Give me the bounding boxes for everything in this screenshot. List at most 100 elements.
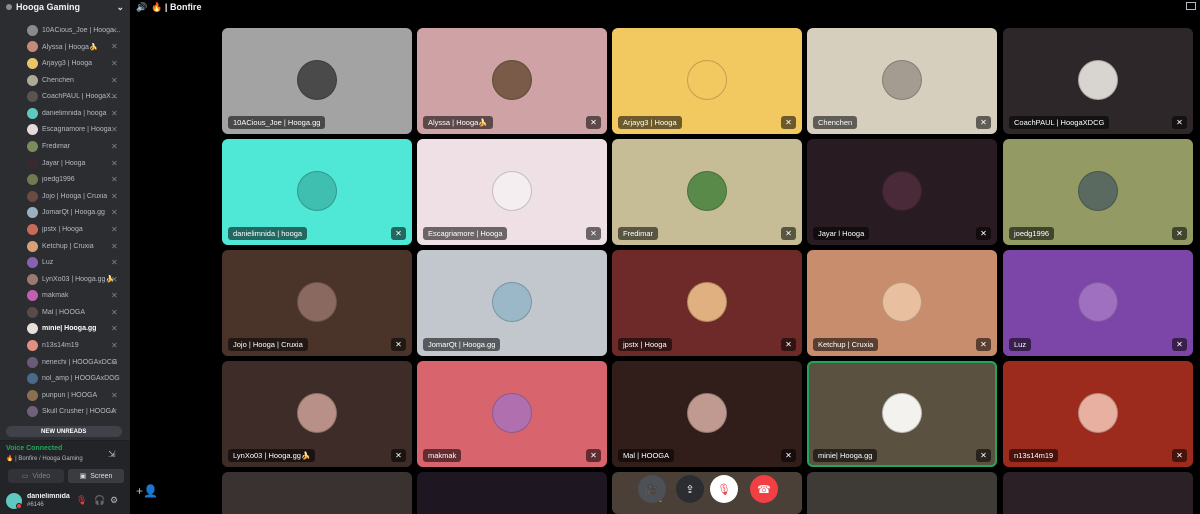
channel-sidebar: Hooga Gaming ⌄ 10ACious_Joe | Hooga.gg ✕ A… bbox=[0, 0, 130, 514]
member-name: punpun | HOOGA bbox=[42, 391, 98, 399]
video-button-label: Video bbox=[32, 472, 51, 480]
guild-name: Hooga Gaming bbox=[16, 2, 81, 12]
avatar bbox=[687, 171, 727, 211]
member-name: nenechi | HOOGAxDCG bbox=[42, 358, 118, 366]
list-item[interactable]: danielimnida | hooga ✕ bbox=[0, 105, 130, 122]
participant-name: Jayar l Hooga bbox=[813, 227, 870, 240]
headphones-icon[interactable]: 🎧 bbox=[94, 495, 105, 506]
avatar bbox=[27, 74, 38, 86]
video-tile[interactable] bbox=[417, 472, 607, 514]
list-item[interactable]: n13s14m19 ✕ bbox=[0, 337, 130, 354]
list-item[interactable]: nenechi | HOOGAxDCG ✕ bbox=[0, 354, 130, 371]
member-name: 10ACious_Joe | Hooga.gg bbox=[42, 26, 122, 34]
video-tile[interactable]: minie| Hooga.gg ✕ bbox=[807, 361, 997, 467]
list-item[interactable]: makmak ✕ bbox=[0, 288, 130, 305]
avatar bbox=[27, 124, 38, 136]
avatar bbox=[27, 107, 38, 119]
leave-call-button[interactable]: ☎ bbox=[750, 475, 778, 503]
mic-muted-icon: ✕ bbox=[111, 224, 118, 234]
mic-muted-icon: ✕ bbox=[111, 341, 118, 351]
mic-muted-icon: ✕ bbox=[111, 291, 118, 301]
mic-muted-icon: ✕ bbox=[976, 338, 991, 351]
video-tile[interactable] bbox=[807, 472, 997, 514]
video-tile[interactable]: makmak ✕ bbox=[417, 361, 607, 467]
video-tile[interactable]: Luz ✕ bbox=[1003, 250, 1193, 356]
list-item[interactable]: Escagriamore | Hooga ✕ bbox=[0, 122, 130, 139]
video-tile[interactable]: Escagriamore | Hooga ✕ bbox=[417, 139, 607, 245]
mic-muted-icon: ✕ bbox=[781, 338, 796, 351]
disconnect-icon[interactable]: ⇲ bbox=[108, 449, 116, 460]
screen-share-call-button[interactable]: ⇪ bbox=[676, 475, 704, 503]
video-tile[interactable]: Fredimar ✕ bbox=[612, 139, 802, 245]
member-name: Arjayg3 | Hooga bbox=[42, 59, 93, 67]
mic-muted-icon: ✕ bbox=[391, 338, 406, 351]
chevron-down-icon[interactable]: ⌄ bbox=[116, 2, 124, 13]
avatar bbox=[1078, 171, 1118, 211]
avatar bbox=[27, 41, 38, 53]
video-tile[interactable]: Alyssa | Hooga🍌 ✕ bbox=[417, 28, 607, 134]
video-tile[interactable]: LynXo03 | Hooga.gg🍌 ✕ bbox=[222, 361, 412, 467]
list-item[interactable]: JomarQt | Hooga.gg ✕ bbox=[0, 205, 130, 222]
mic-muted-icon: ✕ bbox=[111, 141, 118, 151]
gear-icon[interactable]: ⚙ bbox=[110, 495, 118, 506]
mic-muted-icon: ✕ bbox=[391, 227, 406, 240]
camera-options-chevron-icon[interactable]: ⌄ bbox=[658, 497, 663, 504]
guild-icon bbox=[6, 4, 12, 10]
video-button[interactable]: ▭ Video bbox=[8, 469, 64, 483]
voice-status[interactable]: Voice Connected bbox=[6, 445, 62, 452]
participant-name: Arjayg3 | Hooga bbox=[618, 116, 682, 129]
list-item[interactable]: Chenchen ✕ bbox=[0, 72, 130, 89]
video-tile[interactable]: Ketchup | Cruxia ✕ bbox=[807, 250, 997, 356]
voice-channel-path[interactable]: 🔥 | Bonfire / Hooga Gaming bbox=[6, 455, 83, 462]
video-tile[interactable]: Jojo | Hooga | Cruxia ✕ bbox=[222, 250, 412, 356]
unmute-button[interactable]: 🎙 bbox=[710, 475, 738, 503]
video-tile[interactable] bbox=[1003, 472, 1193, 514]
video-tile[interactable]: Jayar l Hooga ✕ bbox=[807, 139, 997, 245]
add-person-icon[interactable]: +👤 bbox=[136, 484, 158, 498]
list-item[interactable]: CoachPAUL | HoogaXDCG ✕ bbox=[0, 88, 130, 105]
new-unreads-pill[interactable]: NEW UNREADS bbox=[6, 426, 122, 437]
list-item[interactable]: Mal | HOOGA ✕ bbox=[0, 304, 130, 321]
list-item[interactable]: minie| Hooga.gg ✕ bbox=[0, 321, 130, 338]
list-item[interactable]: Ketchup | Cruxia ✕ bbox=[0, 238, 130, 255]
list-item[interactable]: Alyssa | Hooga🍌 ✕ bbox=[0, 39, 130, 56]
video-tile[interactable]: n13s14m19 ✕ bbox=[1003, 361, 1193, 467]
video-tile[interactable]: jpstx | Hooga ✕ bbox=[612, 250, 802, 356]
video-tile[interactable]: 10ACious_Joe | Hooga.gg bbox=[222, 28, 412, 134]
list-item[interactable]: joedg1996 ✕ bbox=[0, 171, 130, 188]
guild-header[interactable]: Hooga Gaming ⌄ bbox=[0, 0, 130, 14]
list-item[interactable]: Jojo | Hooga | Cruxia ✕ bbox=[0, 188, 130, 205]
video-tile[interactable]: Chenchen ✕ bbox=[807, 28, 997, 134]
participant-name: makmak bbox=[423, 449, 462, 462]
mic-muted-icon: ✕ bbox=[111, 208, 118, 218]
participant-name: 10ACious_Joe | Hooga.gg bbox=[228, 116, 326, 129]
video-tile[interactable]: danielimnida | hooga ✕ bbox=[222, 139, 412, 245]
list-item[interactable]: Arjayg3 | Hooga ✕ bbox=[0, 55, 130, 72]
list-item[interactable]: Skull Crusher | HOOGA ✕ bbox=[0, 404, 130, 421]
list-item[interactable]: punpun | HOOGA ✕ bbox=[0, 387, 130, 404]
member-name: jpstx | Hooga bbox=[42, 225, 83, 233]
screen-share-button[interactable]: ▣ Screen bbox=[68, 469, 124, 483]
mic-muted-icon: ✕ bbox=[781, 116, 796, 129]
popout-icon[interactable] bbox=[1186, 2, 1196, 10]
mic-muted-icon: ✕ bbox=[586, 227, 601, 240]
list-item[interactable]: 10ACious_Joe | Hooga.gg ✕ bbox=[0, 22, 130, 39]
user-name[interactable]: danielimnida bbox=[27, 493, 71, 500]
mic-muted-icon[interactable]: 🎙 bbox=[76, 495, 87, 506]
video-tile[interactable] bbox=[222, 472, 412, 514]
video-tile[interactable]: JomarQt | Hooga.gg bbox=[417, 250, 607, 356]
list-item[interactable]: Fredimar ✕ bbox=[0, 138, 130, 155]
video-tile[interactable]: Arjayg3 | Hooga ✕ bbox=[612, 28, 802, 134]
avatar bbox=[27, 373, 38, 385]
list-item[interactable]: Luz ✕ bbox=[0, 254, 130, 271]
list-item[interactable]: jpstx | Hooga ✕ bbox=[0, 221, 130, 238]
participant-name: jpstx | Hooga bbox=[618, 338, 672, 351]
avatar bbox=[27, 91, 38, 103]
list-item[interactable]: LynXo03 | Hooga.gg🍌 ✕ bbox=[0, 271, 130, 288]
list-item[interactable]: Jayar | Hooga ✕ bbox=[0, 155, 130, 172]
video-tile[interactable]: CoachPAUL | HoogaXDCG ✕ bbox=[1003, 28, 1193, 134]
video-tile[interactable]: joedg1996 ✕ bbox=[1003, 139, 1193, 245]
list-item[interactable]: nol_amp | HOOGAxDCG ✕ bbox=[0, 370, 130, 387]
mic-muted-icon: ✕ bbox=[111, 407, 118, 417]
video-tile[interactable]: Mal | HOOGA ✕ bbox=[612, 361, 802, 467]
